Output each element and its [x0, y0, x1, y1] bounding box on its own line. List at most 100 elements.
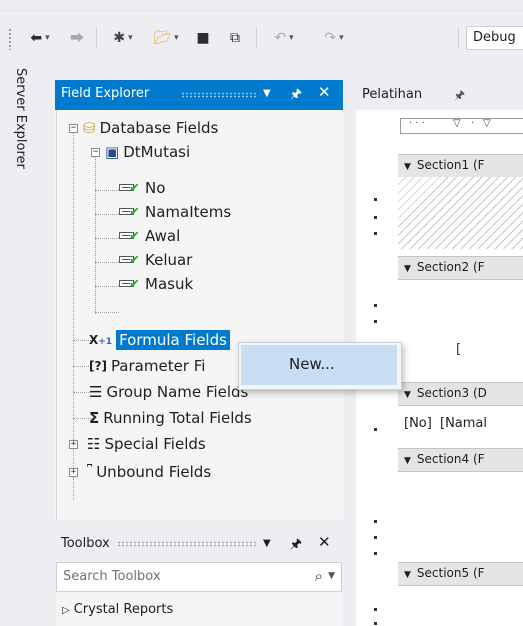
tree-item-unbound-fields[interactable]: ⎴ Unbound Fields: [87, 460, 211, 484]
gutter-mark: [374, 216, 377, 219]
tree-item-field-masuk[interactable]: ✔ Masuk: [119, 272, 193, 296]
gutter-mark: [374, 520, 377, 523]
toolbox-category-crystal-reports[interactable]: ▷ Crystal Reports: [62, 602, 173, 617]
collapse-dtmutasi[interactable]: −: [91, 148, 100, 157]
pin-icon[interactable]: 🖈︎: [454, 86, 465, 107]
report-field-namaitems[interactable]: [Namal: [440, 416, 487, 431]
new-project-button[interactable]: ✱ ▾: [104, 26, 142, 50]
toolbox-search-input[interactable]: Search Toolbox ⌕ ▼: [56, 562, 342, 592]
formula-icon: X+1: [89, 333, 113, 347]
tree-item-field-keluar[interactable]: ✔ Keluar: [119, 248, 192, 272]
back-arrow-icon: ⬅: [30, 30, 43, 46]
menu-item-new[interactable]: New...: [241, 345, 397, 385]
solution-configuration-combo[interactable]: Debug: [466, 26, 523, 50]
navigate-back-button[interactable]: ⬅ ▾: [22, 26, 58, 50]
tab-label: Pelatihan: [362, 87, 423, 102]
database-field-icon: ✔: [119, 277, 141, 292]
server-explorer-label: Server Explorer: [13, 68, 28, 169]
toolbox-title: Toolbox: [61, 536, 110, 551]
tree-line: [95, 312, 119, 313]
report-field-no[interactable]: [No]: [404, 416, 432, 431]
tree-item-formula-fields[interactable]: X+1 Formula Fields: [89, 328, 230, 352]
save-button[interactable]: ■: [190, 26, 216, 50]
group-name-icon: ☰: [89, 383, 103, 401]
expand-unbound-fields[interactable]: +: [69, 468, 78, 477]
category-label: Crystal Reports: [73, 602, 174, 617]
open-file-button[interactable]: 📂︎ ▾: [148, 26, 184, 50]
table-icon: ▣: [105, 143, 120, 161]
tree-item-label: Unbound Fields: [96, 463, 212, 481]
horizontal-ruler: · · · ▽ · ▽: [400, 118, 523, 134]
toolbox-header[interactable]: Toolbox ▼ 🖈︎ ✕: [55, 529, 343, 559]
tree-item-label: Group Name Fields: [106, 383, 249, 401]
tree-item-field-namaitems[interactable]: ✔ NamaItems: [119, 200, 231, 224]
save-icon: ■: [196, 30, 210, 46]
close-icon[interactable]: ✕: [318, 83, 331, 101]
tree-item-label: Formula Fields: [116, 330, 230, 350]
gutter-mark: [374, 304, 377, 307]
field-label: No: [409, 416, 427, 431]
tree-line: [95, 214, 119, 215]
window-position-dropdown[interactable]: ▼: [263, 538, 271, 549]
folder-icon: 📂︎: [153, 30, 172, 46]
gutter-mark: [374, 622, 377, 625]
tree-item-label: NamaItems: [145, 203, 232, 221]
tree-item-field-no[interactable]: ✔ No: [119, 176, 165, 200]
tree-item-running-total-fields[interactable]: Σ Running Total Fields: [89, 406, 252, 430]
chevron-down-icon: ▾: [174, 33, 179, 43]
section-header-4[interactable]: Section4 (F: [398, 448, 523, 472]
section-header-1[interactable]: Section1 (F: [398, 154, 523, 178]
redo-button[interactable]: ↷ ▾: [312, 26, 356, 50]
section-header-5[interactable]: Section5 (F: [398, 562, 523, 586]
gutter-mark: [374, 536, 377, 539]
section-header-3[interactable]: Section3 (D: [398, 382, 523, 406]
ruler-marker[interactable]: ▽: [483, 118, 491, 129]
drag-grip: [117, 541, 257, 547]
undo-button[interactable]: ↶ ▾: [262, 26, 306, 50]
tree-item-special-fields[interactable]: ☷ Special Fields: [87, 432, 206, 456]
chevron-down-icon: ▾: [128, 33, 133, 43]
field-explorer-header[interactable]: Field Explorer ▼ 🖈︎ ✕: [55, 80, 343, 110]
window-position-dropdown[interactable]: ▼: [263, 88, 271, 99]
expand-special-fields[interactable]: +: [69, 440, 78, 449]
pin-icon[interactable]: 🖈︎: [290, 85, 302, 107]
tree-line: [95, 154, 96, 314]
gutter-mark: [374, 320, 377, 323]
tree-item-group-name-fields[interactable]: ☰ Group Name Fields: [89, 380, 248, 404]
search-placeholder: Search Toolbox: [63, 569, 161, 584]
chevron-down-icon: ▾: [289, 33, 294, 43]
close-icon[interactable]: ✕: [318, 533, 331, 551]
database-icon: ⛁: [83, 119, 96, 137]
pin-icon[interactable]: 🖈︎: [290, 535, 302, 557]
tree-item-label: Awal: [145, 227, 181, 245]
field-explorer-tree: − ⛁ Database Fields − ▣ DtMutasi ✔ No ✔ …: [56, 110, 344, 520]
tree-item-label: No: [145, 179, 166, 197]
field-label: Namal: [445, 416, 488, 431]
tree-item-table-dtmutasi[interactable]: ▣ DtMutasi: [105, 140, 190, 164]
object-bracket[interactable]: [: [456, 342, 461, 357]
gutter-mark: [374, 198, 377, 201]
tree-item-database-fields[interactable]: ⛁ Database Fields: [83, 116, 218, 140]
navigate-forward-button[interactable]: ⮕: [64, 26, 90, 50]
search-icon[interactable]: ⌕: [315, 567, 323, 585]
unbound-fields-icon: ⎴: [87, 464, 93, 480]
database-field-icon: ✔: [119, 229, 141, 244]
toolbar-separator: [96, 28, 97, 48]
database-field-icon: ✔: [119, 253, 141, 268]
toolbar-grip[interactable]: [8, 28, 12, 50]
server-explorer-tab[interactable]: Server Explorer: [0, 62, 40, 626]
tree-item-field-awal[interactable]: ✔ Awal: [119, 224, 180, 248]
ruler-marker[interactable]: ▽: [453, 118, 461, 129]
chevron-down-icon[interactable]: ▼: [328, 571, 335, 581]
save-all-button[interactable]: ⧉: [222, 26, 248, 50]
tree-line: [95, 262, 119, 263]
section-header-2[interactable]: Section2 (F: [398, 256, 523, 280]
collapse-database-fields[interactable]: −: [69, 124, 78, 133]
redo-icon: ↷: [324, 30, 337, 46]
tree-item-parameter-fields[interactable]: [?] Parameter Fi: [89, 354, 205, 378]
tree-line: [95, 190, 119, 191]
document-tab-pelatihan[interactable]: Pelatihan 🖈︎: [356, 80, 523, 110]
tree-item-label: Special Fields: [104, 435, 206, 453]
gutter-mark: [374, 428, 377, 431]
gutter-mark: [374, 552, 377, 555]
